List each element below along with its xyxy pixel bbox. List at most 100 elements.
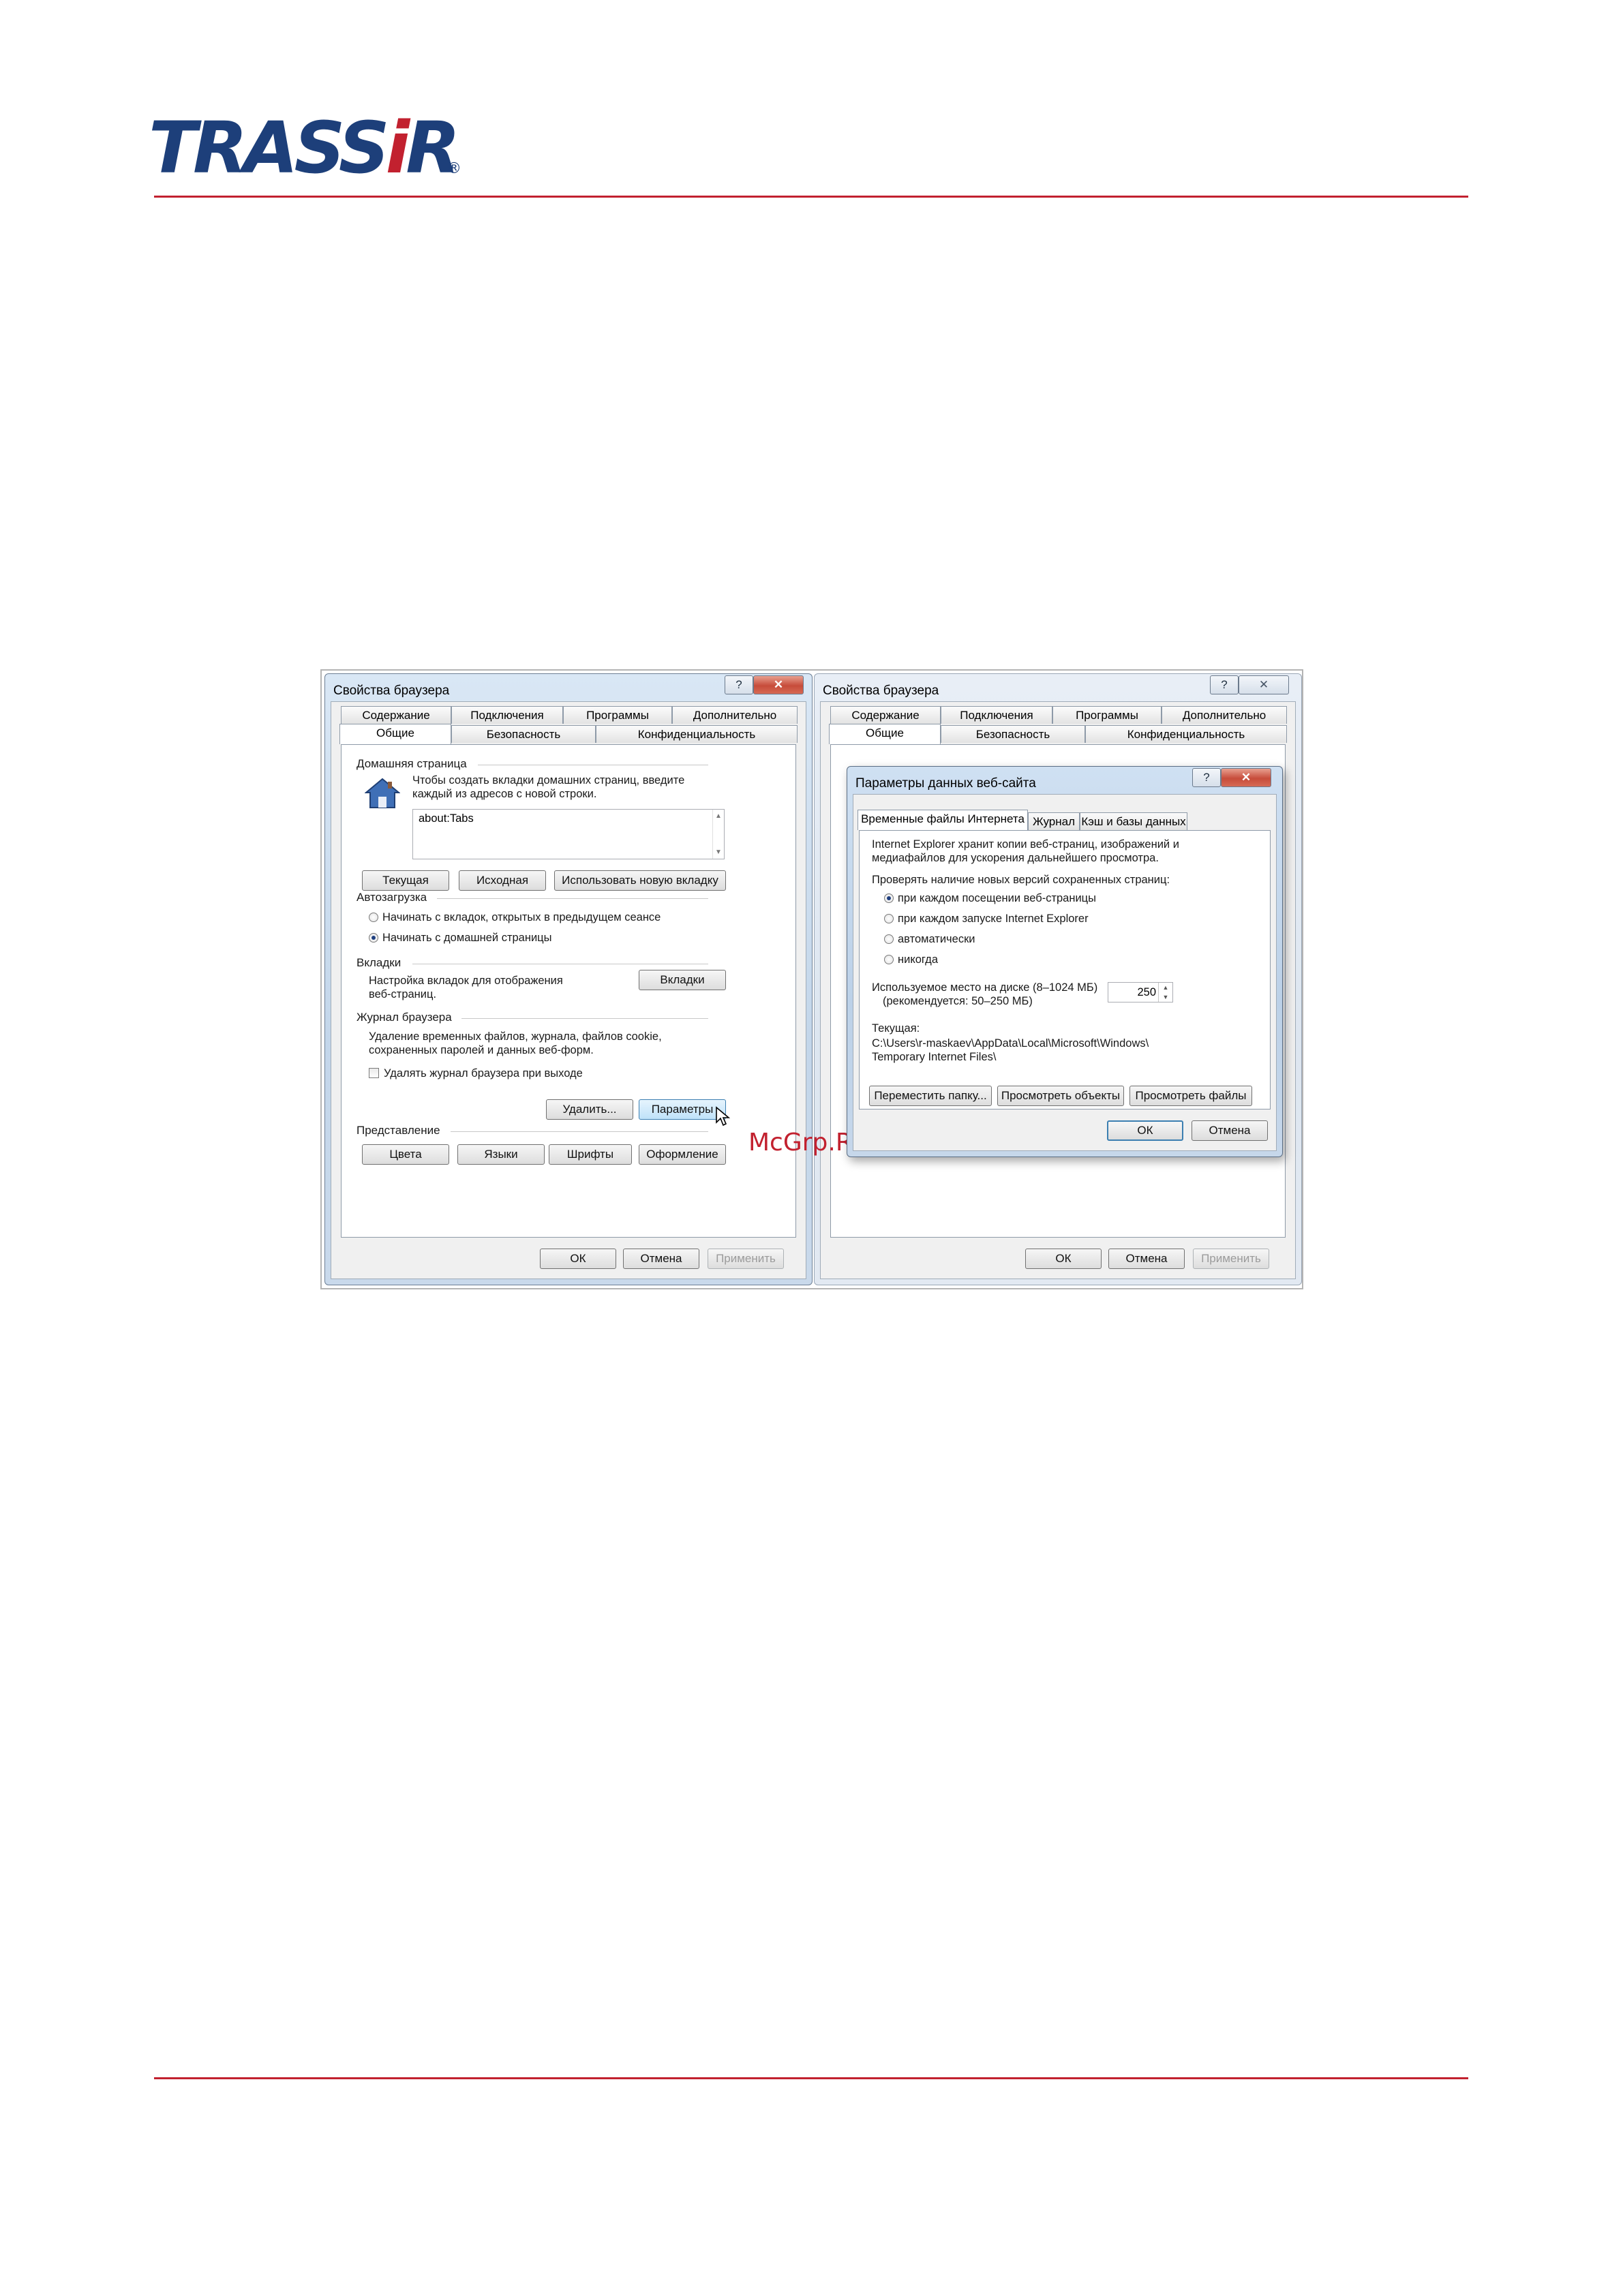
fonts-button[interactable]: Шрифты [549,1144,632,1165]
group-home-page: Домашняя страница [357,757,467,770]
current-path-line2: Temporary Internet Files\ [872,1051,997,1063]
scroll-up-icon: ▲ [715,812,722,820]
colors-button[interactable]: Цвета [362,1144,449,1165]
close-button[interactable]: ✕ [1221,768,1271,787]
stepper-up-icon[interactable]: ▲ [1159,984,1172,991]
tab-advanced[interactable]: Дополнительно [672,706,798,724]
help-button[interactable]: ? [1192,768,1221,787]
tab-security[interactable]: Безопасность [941,725,1085,743]
general-tab-page: Домашняя страница Чтобы создать вкладки … [341,744,796,1238]
startup-home-page-radio[interactable] [369,933,378,943]
help-button[interactable]: ? [725,675,753,694]
tab-privacy[interactable]: Конфиденциальность [596,725,798,743]
check-versions-label: Проверять наличие новых версий сохраненн… [872,874,1170,886]
tab-content[interactable]: Содержание [830,706,941,724]
startup-home-page-label: Начинать с домашней страницы [382,932,552,944]
tab-security[interactable]: Безопасность [451,725,596,743]
tab-general[interactable]: Общие [339,724,451,744]
tab-general[interactable]: Общие [829,724,941,744]
group-appearance: Представление [357,1124,440,1137]
close-icon: ✕ [1241,771,1252,784]
disk-space-value: 250 [1137,986,1156,998]
use-current-button[interactable]: Текущая [362,870,449,891]
delete-history-on-exit-checkbox[interactable] [369,1068,379,1078]
tabs-text-line1: Настройка вкладок для отображения [369,975,563,987]
tab-content[interactable]: Содержание [341,706,451,724]
footer-rule [154,2077,1468,2079]
stepper-arrows[interactable]: ▲ ▼ [1158,983,1172,1002]
accessibility-button[interactable]: Оформление [639,1144,726,1165]
intro-line1: Internet Explorer хранит копии веб-стран… [872,838,1179,851]
browser-properties-window-left: Свойства браузера ? ✕ Содержание Подключ… [324,673,813,1285]
tab-temporary-internet-files[interactable]: Временные файлы Интернета [858,810,1028,830]
help-button[interactable]: ? [1210,675,1239,694]
close-button[interactable]: ✕ [1239,675,1289,694]
tab-programs[interactable]: Программы [1052,706,1162,724]
cancel-button[interactable]: Отмена [1108,1249,1185,1269]
view-files-button[interactable]: Просмотреть файлы [1129,1086,1252,1106]
view-objects-button[interactable]: Просмотреть объекты [997,1086,1124,1106]
move-folder-button[interactable]: Переместить папку... [869,1086,992,1106]
tab-history[interactable]: Журнал [1028,812,1080,830]
tab-advanced[interactable]: Дополнительно [1162,706,1287,724]
tab-caches-databases[interactable]: Кэш и базы данных [1080,812,1187,830]
group-startup: Автозагрузка [357,891,427,904]
startup-previous-session-label: Начинать с вкладок, открытых в предыдуще… [382,911,661,923]
settings-button[interactable]: Параметры [639,1099,726,1120]
home-page-textarea[interactable]: about:Tabs ▲ ▼ [412,809,725,859]
window-client: Содержание Подключения Программы Дополни… [331,701,806,1279]
group-divider [451,1131,708,1132]
home-page-value: about:Tabs [419,812,474,825]
close-icon: ✕ [773,678,784,691]
check-automatically-radio[interactable] [884,934,894,944]
disk-space-stepper[interactable]: 250 ▲ ▼ [1108,982,1173,1002]
home-house-icon [365,778,400,808]
tab-connections[interactable]: Подключения [451,706,563,724]
close-icon: ✕ [1258,678,1269,691]
tab-privacy[interactable]: Конфиденциальность [1085,725,1287,743]
window-title: Свойства браузера [823,684,939,698]
startup-previous-session-radio[interactable] [369,913,378,922]
header-rule [154,196,1468,198]
window-title: Свойства браузера [333,684,450,698]
help-icon: ? [735,678,742,691]
delete-history-on-exit-label: Удалять журнал браузера при выходе [384,1067,583,1080]
cancel-button[interactable]: Отмена [623,1249,699,1269]
ok-button[interactable]: ОК [1107,1120,1183,1141]
history-text-line2: сохраненных паролей и данных веб-форм. [369,1044,594,1056]
use-new-tab-button[interactable]: Использовать новую вкладку [554,870,726,891]
ok-button[interactable]: ОК [1025,1249,1102,1269]
delete-button[interactable]: Удалить... [546,1099,633,1120]
disk-space-recommended: (рекомендуется: 50–250 МБ) [883,995,1033,1007]
textarea-scrollbar[interactable]: ▲ ▼ [712,810,724,859]
home-text-line2: каждый из адресов с новой строки. [412,788,597,800]
stepper-down-icon[interactable]: ▼ [1159,994,1172,1000]
group-divider [461,1018,708,1019]
dialog-title: Параметры данных веб-сайта [855,776,1036,791]
website-data-settings-dialog: Параметры данных веб-сайта ? ✕ Временные… [847,766,1283,1157]
group-tabs: Вкладки [357,956,401,969]
check-every-start-radio[interactable] [884,914,894,923]
languages-button[interactable]: Языки [457,1144,545,1165]
tab-programs[interactable]: Программы [563,706,672,724]
ok-button[interactable]: ОК [540,1249,616,1269]
history-text-line1: Удаление временных файлов, журнала, файл… [369,1030,662,1043]
tab-connections[interactable]: Подключения [941,706,1052,724]
current-path-line1: C:\Users\r-maskaev\AppData\Local\Microso… [872,1037,1149,1050]
check-never-radio[interactable] [884,955,894,964]
use-default-button[interactable]: Исходная [459,870,546,891]
close-button[interactable]: ✕ [753,675,804,694]
apply-button[interactable]: Применить [1193,1249,1269,1269]
cancel-button[interactable]: Отмена [1192,1120,1268,1141]
check-every-visit-label: при каждом посещении веб-страницы [898,892,1096,904]
logo-i: i [385,106,410,189]
trassir-logo: TRASSiR [149,106,460,189]
logo-registered-mark: ® [446,160,461,177]
dialog-client: Временные файлы Интернета Журнал Кэш и б… [853,794,1277,1151]
intro-line2: медиафайлов для ускорения дальнейшего пр… [872,852,1159,864]
apply-button[interactable]: Применить [708,1249,784,1269]
check-every-visit-radio[interactable] [884,893,894,903]
temporary-files-page: Internet Explorer хранит копии веб-стран… [859,830,1271,1109]
tabs-settings-button[interactable]: Вкладки [639,970,726,990]
disk-space-label: Используемое место на диске (8–1024 МБ) [872,981,1098,994]
